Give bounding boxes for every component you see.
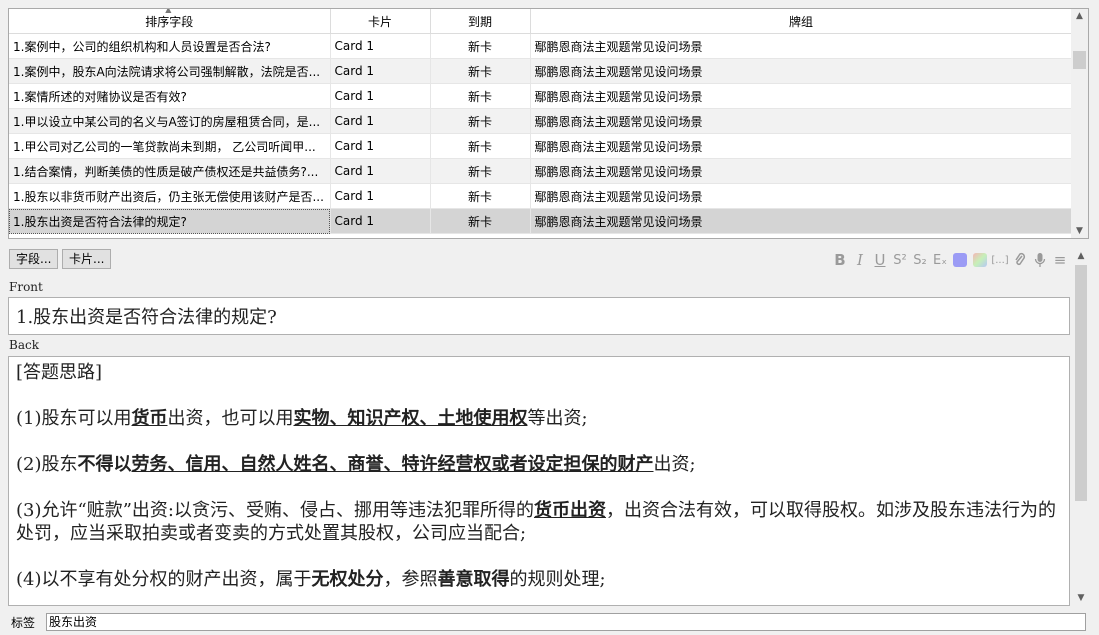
column-header-card[interactable]: 卡片 [330,9,431,34]
editor-scrollbar[interactable]: ▲ ▼ [1073,249,1089,605]
table-header-row: ▲ 排序字段 卡片 到期 牌组 [9,8,1073,34]
cell-card: Card 1 [330,133,431,159]
record-audio-icon[interactable] [1032,250,1048,270]
column-header-due[interactable]: 到期 [430,9,531,34]
cards-button[interactable]: 卡片... [62,249,112,269]
clear-format-icon[interactable]: Eₓ [932,250,948,270]
cell-card: Card 1 [330,58,431,84]
cloze-icon[interactable]: [...] [991,250,1008,270]
cell-sort-field: 1.甲以设立中某公司的名义与A签订的房屋租赁合同，是... [9,108,331,134]
card-list-table[interactable]: ▲ 排序字段 卡片 到期 牌组 1.案例中，公司的组织机构和人员设置是否合法? Ca… [8,8,1089,239]
scroll-down-icon[interactable]: ▼ [1073,591,1089,605]
cell-sort-field: 1.结合案情，判断美债的性质是破产债权还是共益债务?... [9,158,331,184]
table-row[interactable]: 1.甲公司对乙公司的一笔贷款尚未到期， 乙公司听闻甲... Card 1 新卡 鄢鹏恩… [9,133,1073,159]
cell-due: 新卡 [430,158,531,184]
scroll-up-icon[interactable]: ▲ [1071,9,1088,23]
table-row[interactable]: 1.股东以非货币财产出资后，仍主张无偿使用该财产是否... Card 1 新卡 鄢鹏恩… [9,183,1073,209]
cell-sort-field: 1.案情所述的对赌协议是否有效? [9,83,331,109]
scroll-up-icon[interactable]: ▲ [1073,249,1089,263]
scroll-down-icon[interactable]: ▼ [1071,224,1088,238]
column-header-label: 排序字段 [145,14,194,29]
table-row[interactable]: 1.结合案情，判断美债的性质是破产债权还是共益债务?... Card 1 新卡 鄢鹏恩… [9,158,1073,184]
cell-deck: 鄢鹏恩商法主观题常见设问场景 [530,58,1073,84]
cell-due: 新卡 [430,33,531,59]
cell-card: Card 1 [330,83,431,109]
table-scrollbar[interactable]: ▲ ▼ [1071,9,1088,238]
cell-deck: 鄢鹏恩商法主观题常见设问场景 [530,133,1073,159]
front-label: Front [9,280,43,294]
cell-deck: 鄢鹏恩商法主观题常见设问场景 [530,83,1073,109]
table-row-selected[interactable]: 1.股东出资是否符合法律的规定? Card 1 新卡 鄢鹏恩商法主观题常见设问场景 [9,208,1073,234]
superscript-icon[interactable]: S² [892,250,908,270]
answer-point-3: (3)允许“赃款”出资:以贪污、受贿、侵占、挪用等违法犯罪所得的货币出资，出资合… [16,500,1056,544]
table-row[interactable]: 1.案例中，公司的组织机构和人员设置是否合法? Card 1 新卡 鄢鹏恩商法主观题常… [9,33,1073,59]
sort-ascending-icon: ▲ [165,8,172,14]
cell-due: 新卡 [430,208,531,234]
cell-due: 新卡 [430,108,531,134]
cell-deck: 鄢鹏恩商法主观题常见设问场景 [530,158,1073,184]
attach-icon[interactable] [1012,250,1028,270]
answer-heading: [答题思路] [16,362,103,383]
cards-table: ▲ 排序字段 卡片 到期 牌组 1.案例中，公司的组织机构和人员设置是否合法? Ca… [9,9,1073,234]
answer-point-4: (4)以不享有处分权的财产出资，属于无权处分，参照善意取得的规则处理; [16,569,606,590]
fields-button[interactable]: 字段... [9,249,59,269]
tags-input[interactable]: 股东出资 [46,613,1086,631]
cell-card: Card 1 [330,208,431,234]
cell-sort-field: 1.案例中，公司的组织机构和人员设置是否合法? [9,33,331,59]
cell-deck: 鄢鹏恩商法主观题常见设问场景 [530,108,1073,134]
cell-due: 新卡 [430,183,531,209]
cell-card: Card 1 [330,33,431,59]
column-header-deck[interactable]: 牌组 [530,9,1073,34]
subscript-icon[interactable]: S₂ [912,250,928,270]
cell-sort-field: 1.股东出资是否符合法律的规定? [9,208,331,234]
tags-label: 标签 [11,616,36,630]
text-color-icon[interactable] [952,250,968,270]
format-toolbar: B I U S² S₂ Eₓ [...] ≡ [832,248,1068,272]
underline-icon[interactable]: U [872,250,888,270]
cell-sort-field: 1.甲公司对乙公司的一笔贷款尚未到期， 乙公司听闻甲... [9,133,331,159]
back-field[interactable]: [答题思路] (1)股东可以用货币出资，也可以用实物、知识产权、土地使用权等出资… [8,356,1070,606]
cell-deck: 鄢鹏恩商法主观题常见设问场景 [530,183,1073,209]
highlight-color-icon[interactable] [972,250,988,270]
cell-due: 新卡 [430,133,531,159]
front-field[interactable]: 1.股东出资是否符合法律的规定? [8,297,1070,335]
table-scrollbar-thumb[interactable] [1073,51,1086,69]
cell-due: 新卡 [430,58,531,84]
more-icon[interactable]: ≡ [1052,250,1068,270]
cell-deck: 鄢鹏恩商法主观题常见设问场景 [530,33,1073,59]
cell-card: Card 1 [330,108,431,134]
cell-card: Card 1 [330,158,431,184]
column-header-sort-field[interactable]: ▲ 排序字段 [9,8,331,34]
cell-sort-field: 1.案例中，股东A向法院请求将公司强制解散，法院是否... [9,58,331,84]
cell-card: Card 1 [330,183,431,209]
cell-deck: 鄢鹏恩商法主观题常见设问场景 [530,208,1073,234]
answer-point-2: (2)股东不得以劳务、信用、自然人姓名、商誉、特许经营权或者设定担保的财产出资; [16,454,696,475]
cell-due: 新卡 [430,83,531,109]
italic-icon[interactable]: I [852,250,868,270]
table-row[interactable]: 1.案例中，股东A向法院请求将公司强制解散，法院是否... Card 1 新卡 鄢鹏恩… [9,58,1073,84]
editor-scrollbar-thumb[interactable] [1075,265,1087,501]
table-row[interactable]: 1.案情所述的对赌协议是否有效? Card 1 新卡 鄢鹏恩商法主观题常见设问场景 [9,83,1073,109]
table-row[interactable]: 1.甲以设立中某公司的名义与A签订的房屋租赁合同，是... Card 1 新卡 鄢鹏恩… [9,108,1073,134]
answer-point-1: (1)股东可以用货币出资，也可以用实物、知识产权、土地使用权等出资; [16,408,588,429]
back-label: Back [9,338,39,352]
bold-icon[interactable]: B [832,250,848,270]
cell-sort-field: 1.股东以非货币财产出资后，仍主张无偿使用该财产是否... [9,183,331,209]
